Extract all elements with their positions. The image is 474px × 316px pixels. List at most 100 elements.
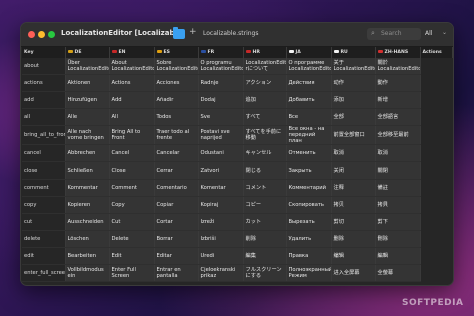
translation-cell[interactable]: Alle — [65, 108, 110, 127]
translation-cell[interactable]: All — [109, 108, 155, 127]
translation-cell[interactable]: Добавить — [286, 91, 332, 110]
translation-cell[interactable]: Отменить — [286, 144, 332, 163]
translation-cell[interactable]: LocalizationEdito rについて — [243, 58, 287, 76]
folder-icon[interactable] — [173, 27, 185, 39]
translation-cell[interactable]: 編輯 — [375, 247, 421, 266]
translation-cell[interactable]: Bring All to Front — [109, 125, 155, 146]
translation-cell[interactable]: Postavi sve naprijed — [198, 125, 244, 146]
translation-cell[interactable]: Vollbildmodus ein — [65, 264, 110, 283]
column-header-key[interactable]: Key — [22, 47, 66, 58]
translation-cell[interactable]: Add — [109, 91, 155, 110]
translation-cell[interactable]: 进入全屏幕 — [331, 264, 376, 283]
translation-cell[interactable]: アクション — [243, 74, 287, 93]
translation-cell[interactable]: コピー — [243, 196, 287, 214]
translation-cell[interactable]: Radnje — [198, 74, 244, 93]
translation-cell[interactable]: フルスクリーンにする — [243, 264, 287, 283]
translation-cell[interactable]: Cut — [109, 213, 155, 231]
translation-cell[interactable]: Odustani — [198, 144, 244, 163]
translation-cell[interactable]: Abbrechen — [65, 144, 110, 163]
translation-cell[interactable]: キャンセル — [243, 144, 287, 163]
translation-cell[interactable]: Kopiraj — [198, 196, 244, 214]
translation-cell[interactable]: 编辑 — [331, 247, 376, 266]
translation-cell[interactable]: Izreži — [198, 213, 244, 231]
column-header-fr[interactable]: FR — [198, 47, 244, 58]
translation-cell[interactable]: Комментарий — [286, 179, 332, 197]
translation-cell[interactable]: Cancel — [109, 144, 155, 163]
translation-cell[interactable]: 取消 — [375, 144, 421, 163]
translation-cell[interactable]: Uredi — [198, 247, 244, 266]
translation-cell[interactable]: О программе LocalizationEditor — [286, 58, 332, 76]
translation-cell[interactable]: Alle nach vorne bringen — [65, 125, 110, 146]
translation-cell[interactable]: Edit — [109, 247, 155, 266]
column-header-ja[interactable]: JA — [286, 47, 332, 58]
translation-cell[interactable]: Löschen — [65, 230, 110, 248]
translation-cell[interactable]: Close — [109, 161, 155, 180]
translation-cell[interactable]: Todos — [154, 108, 199, 127]
translation-cell[interactable]: Enter Full Screen — [109, 264, 155, 283]
translation-cell[interactable]: Все — [286, 108, 332, 127]
translation-cell[interactable]: Izbriši — [198, 230, 244, 248]
translation-cell[interactable]: 關閉 — [375, 161, 421, 180]
translation-cell[interactable]: 前置全部窗口 — [331, 125, 376, 146]
close-window-button[interactable] — [28, 31, 35, 38]
translation-cell[interactable]: Comment — [109, 179, 155, 197]
translation-cell[interactable]: Dodaj — [198, 91, 244, 110]
translation-cell[interactable]: Acciones — [154, 74, 199, 93]
translation-cell[interactable]: Über LocalizationEditor — [65, 58, 110, 76]
translation-cell[interactable]: 追加 — [243, 91, 287, 110]
translation-cell[interactable]: 全部 — [331, 108, 376, 127]
translation-cell[interactable]: Cerrar — [154, 161, 199, 180]
translation-cell[interactable]: Закрыть — [286, 161, 332, 180]
translation-cell[interactable]: 关于 LocalizationEditor — [331, 58, 376, 76]
search-input[interactable]: ⌕ Search — [367, 28, 421, 40]
translation-cell[interactable]: About LocalizationEditor — [109, 58, 155, 76]
translation-cell[interactable]: Delete — [109, 230, 155, 248]
translation-cell[interactable]: Cancelar — [154, 144, 199, 163]
translation-cell[interactable]: Действия — [286, 74, 332, 93]
translation-cell[interactable]: Actions — [109, 74, 155, 93]
column-header-zh-hans[interactable]: ZH-HANS — [375, 47, 421, 58]
translation-cell[interactable]: Вырезать — [286, 213, 332, 231]
minimize-window-button[interactable] — [38, 31, 45, 38]
translation-cell[interactable]: Удалить — [286, 230, 332, 248]
translation-cell[interactable]: Cortar — [154, 213, 199, 231]
translation-cell[interactable]: Bearbeiten — [65, 247, 110, 266]
translation-cell[interactable]: Sobre LocalizationEditor — [154, 58, 199, 76]
translation-cell[interactable]: 削除 — [243, 230, 287, 248]
translation-cell[interactable]: Copy — [109, 196, 155, 214]
translation-cell[interactable]: 關於 LocalizationEditor — [375, 58, 421, 76]
translation-cell[interactable]: 动作 — [331, 74, 376, 93]
translation-cell[interactable]: Aktionen — [65, 74, 110, 93]
translation-cell[interactable]: 閉じる — [243, 161, 287, 180]
translation-cell[interactable]: 拷贝 — [331, 196, 376, 214]
translation-cell[interactable]: Entrar en pantalla — [154, 264, 199, 283]
translation-cell[interactable]: Cjeloekranski prikaz — [198, 264, 244, 283]
translation-cell[interactable]: 全部語言 — [375, 108, 421, 127]
translation-cell[interactable]: Editar — [154, 247, 199, 266]
translation-cell[interactable]: Añadir — [154, 91, 199, 110]
add-tab-button[interactable]: + — [189, 27, 197, 37]
zoom-window-button[interactable] — [48, 31, 55, 38]
translation-cell[interactable]: 注释 — [331, 179, 376, 197]
translation-cell[interactable]: 取消 — [331, 144, 376, 163]
translation-cell[interactable]: 全部移至最前 — [375, 125, 421, 146]
column-header-ru[interactable]: RU — [331, 47, 376, 58]
translation-cell[interactable]: Hinzufügen — [65, 91, 110, 110]
column-header-hr[interactable]: HR — [243, 47, 287, 58]
translation-cell[interactable]: Правка — [286, 247, 332, 266]
translation-cell[interactable]: すべてを手前に移動 — [243, 125, 287, 146]
column-header-actions[interactable]: Actions — [420, 47, 453, 58]
translation-cell[interactable]: 剪下 — [375, 213, 421, 231]
translation-cell[interactable]: Полноэкранный Режим — [286, 264, 332, 283]
translation-cell[interactable]: すべて — [243, 108, 287, 127]
translation-cell[interactable]: 拷貝 — [375, 196, 421, 214]
translation-cell[interactable]: 删除 — [331, 230, 376, 248]
translation-cell[interactable]: Traer todo al frente — [154, 125, 199, 146]
translation-cell[interactable]: Comentario — [154, 179, 199, 197]
translation-cell[interactable]: 備註 — [375, 179, 421, 197]
translation-cell[interactable]: コメント — [243, 179, 287, 197]
translation-cell[interactable]: 添加 — [331, 91, 376, 110]
translation-cell[interactable]: Sve — [198, 108, 244, 127]
translation-cell[interactable]: 動作 — [375, 74, 421, 93]
translation-cell[interactable]: Ausschneiden — [65, 213, 110, 231]
